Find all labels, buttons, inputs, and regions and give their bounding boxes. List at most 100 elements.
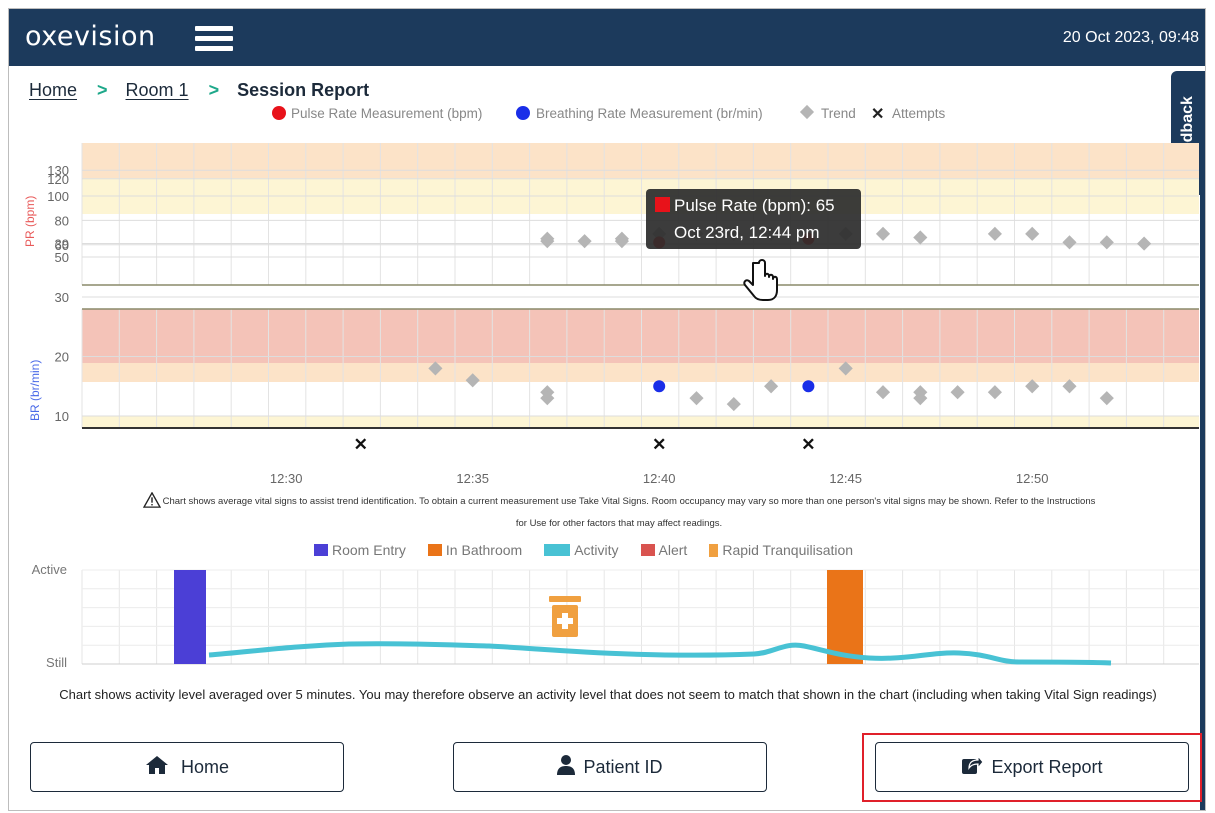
activity-axis-bottom: Still — [46, 655, 67, 670]
right-edge-bar — [1200, 195, 1205, 810]
time-tick-label: 12:40 — [643, 471, 676, 486]
trend-point — [987, 226, 1002, 241]
app-frame: oxevision 20 Oct 2023, 09:48 Home > Room… — [8, 8, 1206, 811]
time-tick-label: 12:50 — [1016, 471, 1049, 486]
legend-pulse-label: Pulse Rate Measurement (bpm) — [291, 106, 482, 121]
medicine-icon — [549, 596, 581, 637]
in-bathroom-bar — [827, 570, 863, 664]
br-tick-label: 10 — [55, 409, 69, 424]
legend-in-bathroom-label: In Bathroom — [445, 542, 523, 558]
chart-note: Chart shows average vital signs to assis… — [139, 491, 1099, 535]
home-button[interactable]: Home — [30, 742, 344, 792]
user-icon — [557, 754, 576, 780]
breathing-point[interactable] — [802, 380, 815, 393]
trend-point — [1099, 391, 1114, 406]
br-band-elevated — [82, 363, 1199, 382]
activity-legend: Room Entry In Bathroom Activity Alert Ra… — [314, 542, 875, 558]
close-icon: ✕ — [871, 106, 884, 123]
legend-in-bathroom: In Bathroom — [427, 542, 523, 558]
legend-trend-swatch — [799, 104, 815, 120]
app-header: oxevision 20 Oct 2023, 09:48 — [9, 9, 1205, 66]
legend-pulse-swatch — [272, 106, 286, 120]
vitals-chart: Pulse Rate Measurement (bpm) Breathing R… — [23, 104, 1199, 486]
trend-point — [1062, 235, 1077, 250]
trend-point — [1137, 236, 1152, 251]
tooltip: Pulse Rate (bpm): 65 Oct 23rd, 12:44 pm — [646, 189, 861, 249]
vitals-legend: Pulse Rate Measurement (bpm) Breathing R… — [272, 104, 946, 123]
br-tick-label: 30 — [55, 290, 69, 305]
trend-point — [875, 385, 891, 400]
trend-point — [689, 391, 704, 406]
chevron-right-icon: > — [208, 79, 220, 100]
trend-point — [577, 234, 592, 249]
export-highlight-box — [862, 733, 1202, 802]
br-tick-label: 20 — [55, 350, 69, 365]
trend-point — [726, 397, 741, 412]
legend-breathing-label: Breathing Rate Measurement (br/min) — [536, 106, 763, 121]
home-icon — [145, 755, 169, 780]
activity-note: Chart shows activity level averaged over… — [59, 687, 1157, 702]
patient-id-button[interactable]: Patient ID — [453, 742, 767, 792]
legend-room-entry: Room Entry — [314, 542, 406, 558]
activity-line — [208, 641, 1112, 666]
legend-rapid-tranq: Rapid Tranquilisation — [709, 542, 853, 558]
trend-point — [913, 230, 928, 245]
legend-trend-label: Trend — [821, 106, 856, 121]
tooltip-line-1: Pulse Rate (bpm): 65 — [674, 196, 835, 215]
pr-tick-label: 50 — [55, 250, 69, 265]
time-tick-label: 12:35 — [456, 471, 489, 486]
header-datetime: 20 Oct 2023, 09:48 — [1062, 29, 1199, 46]
legend-activity-label: Activity — [574, 542, 619, 558]
hand-pointer-icon — [743, 259, 778, 301]
time-tick-label: 12:45 — [829, 471, 862, 486]
br-axis-title: BR (br/min) — [28, 360, 42, 421]
breadcrumb-room-link[interactable]: Room 1 — [126, 80, 189, 101]
patient-id-button-label: Patient ID — [583, 756, 663, 777]
tooltip-line-2: Oct 23rd, 12:44 pm — [674, 223, 820, 242]
legend-activity: Activity — [544, 542, 619, 558]
chart-note-text: Chart shows average vital signs to assis… — [162, 496, 1096, 529]
pr-tick-label: 80 — [55, 213, 69, 228]
tooltip-swatch — [655, 197, 670, 212]
trend-point — [1025, 226, 1040, 241]
attempt-marker: ✕ — [652, 435, 666, 454]
breathing-point[interactable] — [653, 380, 666, 393]
br-band-high — [82, 309, 1199, 363]
breadcrumb-home-link[interactable]: Home — [29, 80, 77, 101]
trend-point — [614, 234, 629, 249]
oxevision-logo: oxevision — [25, 21, 156, 52]
legend-rapid-tranq-label: Rapid Tranquilisation — [722, 542, 854, 558]
activity-swatch — [544, 544, 571, 556]
page-title: Session Report — [237, 79, 370, 100]
trend-point — [950, 385, 965, 400]
home-button-label: Home — [180, 756, 229, 777]
menu-icon[interactable] — [195, 24, 235, 54]
breadcrumb: Home > Room 1 > Session Report — [29, 78, 369, 102]
pr-tick-label: 120 — [47, 172, 69, 187]
legend-alert: Alert — [640, 542, 688, 558]
legend-attempts-label: Attempts — [892, 106, 946, 121]
pr-axis-title: PR (bpm) — [23, 196, 37, 247]
alert-swatch — [640, 544, 655, 556]
legend-breathing-swatch — [516, 106, 530, 120]
medicine-icon — [709, 543, 719, 557]
trend-point — [540, 234, 555, 249]
attempt-marker: ✕ — [801, 435, 815, 454]
activity-axis-top: Active — [32, 564, 67, 577]
trend-point — [1099, 235, 1114, 250]
activity-chart: Active Still — [32, 564, 1199, 670]
br-tick-label: 39 — [55, 236, 69, 251]
room-entry-bar — [174, 570, 206, 664]
br-band-low — [82, 416, 1199, 428]
warning-icon — [142, 492, 161, 508]
trend-point — [987, 385, 1002, 400]
legend-alert-label: Alert — [658, 542, 688, 558]
room-entry-swatch — [314, 544, 328, 556]
pr-band-high — [82, 143, 1199, 178]
time-tick-label: 12:30 — [270, 471, 303, 486]
chevron-right-icon: > — [97, 79, 108, 100]
in-bathroom-swatch — [427, 544, 442, 556]
attempt-marker: ✕ — [354, 435, 368, 454]
legend-room-entry-label: Room Entry — [332, 542, 406, 558]
pr-tick-label: 100 — [47, 189, 69, 204]
